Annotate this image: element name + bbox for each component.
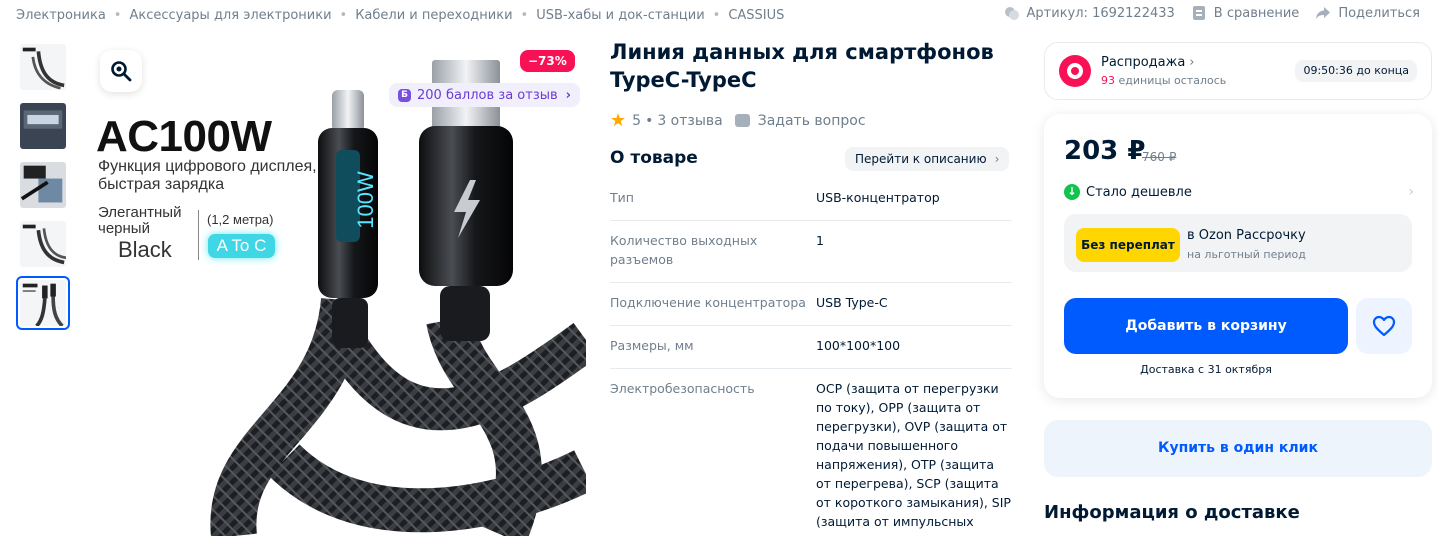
breadcrumb-item[interactable]: Электроника — [16, 8, 106, 23]
price-dropped-label: Стало дешевле — [1086, 184, 1192, 200]
product-title: Линия данных для смартфонов TypeC-TypeC — [610, 40, 994, 92]
installment-subtitle: на льготный период — [1187, 248, 1306, 261]
spec-key: Размеры, мм — [610, 338, 694, 353]
thumbnail-image — [20, 44, 66, 90]
spec-row: Размеры, мм 100*100*100 — [610, 326, 1012, 369]
sale-remaining: 93 единицы осталось — [1101, 74, 1227, 87]
thumbnail[interactable] — [16, 217, 70, 271]
spec-value: USB-концентратор — [816, 190, 940, 205]
image-text-subtitle: Функция цифрового дисплея, быстрая заряд… — [98, 158, 317, 193]
delivery-info-title: Информация о доставке — [1044, 502, 1300, 523]
breadcrumb-separator: • — [339, 7, 348, 23]
compare-icon — [1192, 6, 1205, 20]
spec-row: Электробезопасность OCP (защита от перег… — [610, 369, 1012, 544]
breadcrumb-separator: • — [520, 7, 529, 23]
breadcrumb-item[interactable]: Аксессуары для электроники — [129, 8, 331, 23]
thumbnail[interactable] — [16, 158, 70, 212]
thumbnail-active[interactable] — [16, 276, 70, 330]
spec-key: Электробезопасность — [610, 381, 755, 396]
review-bonus-badge[interactable]: Б 200 баллов за отзыв › — [389, 83, 581, 107]
spec-key: Количество выходных разъемов — [610, 233, 758, 267]
buy-one-click-button[interactable]: Купить в один клик — [1044, 420, 1432, 477]
sale-target-icon — [1059, 55, 1091, 87]
breadcrumb-item[interactable]: USB-хабы и док-станции — [536, 8, 704, 23]
rating-value[interactable]: 5 — [632, 113, 641, 129]
bonus-label: 200 баллов за отзыв — [417, 87, 558, 103]
reviews-link[interactable]: 3 отзыва — [657, 113, 722, 129]
spec-row: Тип USB-концентратор — [610, 178, 1012, 221]
about-title: О товаре — [610, 148, 698, 168]
price-dropped-link[interactable]: ↓ Стало дешевле — [1064, 184, 1192, 200]
spec-value: USB Type-C — [816, 295, 888, 310]
thumbnail[interactable] — [16, 99, 70, 153]
installment-block[interactable]: Без переплат в Ozon Рассрочку на льготны… — [1064, 214, 1412, 272]
spec-value: OCP (защита от перегрузки по току), OPP … — [816, 381, 1011, 529]
add-to-cart-button[interactable]: Добавить в корзину — [1064, 298, 1348, 354]
favorite-button[interactable] — [1356, 298, 1412, 354]
chevron-right-icon: › — [1189, 55, 1195, 70]
heart-icon — [1372, 315, 1396, 337]
installment-title: в Ozon Рассрочку — [1187, 228, 1306, 243]
image-text-length: (1,2 метра) — [207, 212, 274, 227]
breadcrumb-item[interactable]: CASSIUS — [728, 8, 784, 23]
old-price: 760 ₽ — [1142, 150, 1177, 164]
chevron-right-icon: › — [565, 87, 572, 103]
spec-key: Тип — [610, 190, 634, 205]
compare-button[interactable]: В сравнение — [1191, 5, 1300, 21]
dot-separator: • — [645, 112, 654, 129]
sale-card[interactable]: Распродажа › 93 единицы осталось 09:50:36… — [1044, 42, 1432, 100]
thumbnail-image — [20, 162, 66, 208]
image-text-atoc: A To C — [208, 234, 275, 258]
installment-badge: Без переплат — [1076, 228, 1180, 262]
share-icon — [1316, 7, 1331, 19]
article-number: Артикул: 1692122433 — [1026, 5, 1175, 21]
breadcrumb-item[interactable]: Кабели и переходники — [355, 8, 512, 23]
discount-badge: −73% — [520, 50, 575, 72]
spec-row: Количество выходных разъемов 1 — [610, 221, 1012, 283]
share-label: Поделиться — [1338, 5, 1420, 21]
ask-question-label: Задать вопрос — [757, 112, 866, 129]
sale-title: Распродажа › — [1101, 55, 1195, 70]
svg-text:100W: 100W — [353, 171, 378, 229]
spec-row: Подключение концентратора USB Type-C — [610, 283, 1012, 326]
breadcrumb: Электроника • Аксессуары для электроники… — [16, 6, 784, 24]
image-text-elegant: Элегантный черный — [98, 204, 182, 237]
spec-value: 100*100*100 — [816, 338, 901, 353]
ask-question-link[interactable]: Задать вопрос — [734, 112, 866, 129]
visual-search-button[interactable] — [100, 50, 142, 92]
thumbnail-image — [20, 103, 66, 149]
top-actions: Артикул: 1692122433 В сравнение Поделить… — [988, 5, 1420, 21]
price: 203 ₽ — [1064, 136, 1146, 166]
bonus-icon: Б — [398, 88, 411, 102]
sale-timer: 09:50:36 до конца — [1295, 60, 1417, 82]
thumbnail[interactable] — [16, 40, 70, 94]
arrow-down-icon: ↓ — [1064, 184, 1080, 200]
image-divider — [198, 210, 199, 260]
copy-icon — [1004, 7, 1019, 20]
image-search-icon — [111, 61, 132, 82]
article-copy[interactable]: Артикул: 1692122433 — [1004, 5, 1175, 21]
breadcrumb-separator: • — [113, 7, 122, 23]
thumbnail-image — [20, 221, 66, 267]
go-to-description-button[interactable]: Перейти к описанию › — [845, 147, 1010, 171]
go-to-description-label: Перейти к описанию — [855, 152, 987, 166]
breadcrumb-separator: • — [712, 7, 721, 23]
specs-table: Тип USB-концентратор Количество выходных… — [610, 178, 1012, 544]
chevron-right-icon[interactable]: › — [1408, 184, 1414, 200]
chevron-right-icon: › — [994, 152, 1000, 166]
spec-value: 1 — [816, 233, 824, 248]
delivery-date: Доставка с 31 октября — [1140, 363, 1272, 376]
image-text-title: AC100W — [96, 112, 272, 161]
image-text-black: Black — [118, 237, 172, 262]
thumbnail-image — [20, 280, 66, 326]
thumbnail-list — [16, 40, 72, 335]
share-button[interactable]: Поделиться — [1315, 5, 1420, 21]
rating-row: ★ 5 • 3 отзыва Задать вопрос — [610, 110, 866, 131]
compare-label: В сравнение — [1213, 5, 1300, 21]
buy-box: 203 ₽ 760 ₽ ↓ Стало дешевле › Без перепл… — [1044, 114, 1432, 398]
spec-key: Подключение концентратора — [610, 295, 806, 310]
chat-icon — [734, 114, 750, 127]
star-icon: ★ — [610, 110, 627, 131]
